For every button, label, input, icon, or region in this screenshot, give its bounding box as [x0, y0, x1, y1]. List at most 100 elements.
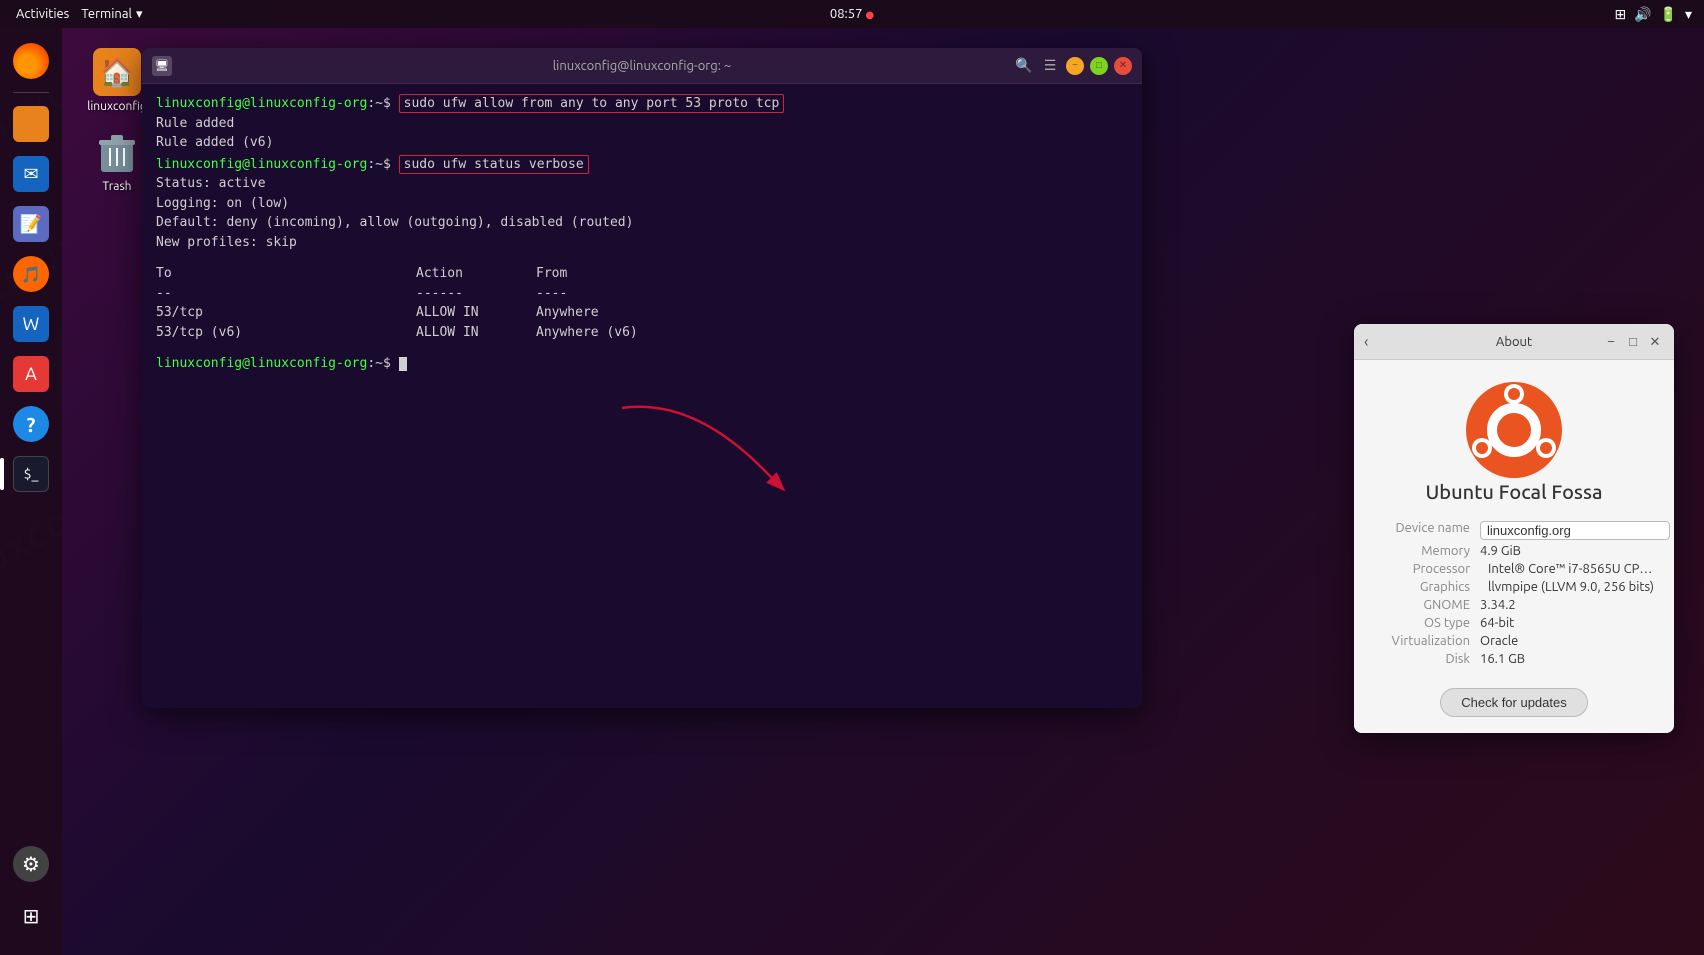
clock-time: 08:57 [830, 7, 863, 21]
about-device-row: Device name [1370, 519, 1658, 542]
about-title: About [1496, 335, 1532, 349]
desktop: 🏠 linuxconfig Trash 🖥 linuxconfig@linuxc… [62, 28, 1704, 955]
about-info-table: Device name Memory 4.9 GiB Processor Int… [1370, 519, 1658, 668]
terminal-table-row-2: 53/tcp (v6) ALLOW IN Anywhere (v6) [156, 323, 1128, 343]
music-icon: 🎵 [13, 256, 49, 292]
terminal-line-prompt-final: linuxconfig@linuxconfig-org:~$ [156, 354, 1128, 374]
sidebar-item-settings[interactable]: ⚙ [8, 841, 54, 887]
software-icon: A [13, 356, 49, 392]
sidebar-item-terminal[interactable]: $_ [8, 451, 54, 497]
about-processor-label: Processor [1370, 562, 1480, 576]
about-virt-label: Virtualization [1370, 634, 1480, 648]
terminal-line-8: New profiles: skip [156, 233, 1128, 253]
sidebar-item-writer[interactable]: W [8, 301, 54, 347]
about-titlebar-right: − □ ✕ [1602, 333, 1664, 351]
about-virt-row: Virtualization Oracle [1370, 632, 1658, 650]
prompt-3: linuxconfig@linuxconfig-org [156, 356, 367, 371]
sidebar-item-email[interactable]: ✉ [8, 151, 54, 197]
about-device-label: Device name [1370, 521, 1480, 540]
sidebar-item-files[interactable] [8, 101, 54, 147]
about-ostype-row: OS type 64-bit [1370, 614, 1658, 632]
terminal-titlebar: 🖥 linuxconfig@linuxconfig-org: ~ 🔍 ☰ − □… [142, 48, 1142, 84]
sidebar-separator-1 [13, 92, 49, 93]
blank-2 [156, 342, 1128, 354]
about-back-button[interactable]: ‹ [1364, 333, 1369, 351]
about-graphics-label: Graphics [1370, 580, 1480, 594]
terminal-titlebar-icon: 🖥 [152, 56, 172, 76]
terminal-title: linuxconfig@linuxconfig-org: ~ [553, 59, 731, 73]
firefox-icon [13, 43, 49, 79]
terminal-menu-arrow: ▾ [136, 7, 143, 22]
about-titlebar: ‹ About − □ ✕ [1354, 324, 1674, 360]
sidebar-item-notes[interactable]: 📝 [8, 201, 54, 247]
about-minimize-button[interactable]: − [1602, 333, 1620, 351]
email-icon: ✉ [13, 156, 49, 192]
sidebar-item-help[interactable]: ? [8, 401, 54, 447]
check-updates-button[interactable]: Check for updates [1440, 688, 1588, 717]
linuxconfig-folder-icon: 🏠 [93, 48, 141, 96]
trash-label: Trash [102, 180, 131, 193]
terminal-line-5: Status: active [156, 174, 1128, 194]
prompt-2: linuxconfig@linuxconfig-org [156, 157, 367, 172]
activities-button[interactable]: Activities [8, 7, 77, 21]
about-memory-row: Memory 4.9 GiB [1370, 542, 1658, 560]
sidebar-item-firefox[interactable] [8, 38, 54, 84]
topbar-right: ⊞ 🔊 🔋 ▾ [1614, 6, 1704, 23]
system-menu-icon[interactable]: ▾ [1685, 6, 1692, 23]
terminal-close-button[interactable]: ✕ [1114, 57, 1132, 75]
terminal-titlebar-controls: 🔍 ☰ − □ ✕ [1014, 56, 1132, 76]
network-icon[interactable]: ⊞ [1614, 6, 1626, 23]
terminal-icon: $_ [13, 456, 49, 492]
about-close-button[interactable]: ✕ [1646, 333, 1664, 351]
terminal-maximize-button[interactable]: □ [1090, 57, 1108, 75]
about-graphics-row: Graphics llvmpipe (LLVM 9.0, 256 bits) [1370, 578, 1658, 596]
about-virt-value: Oracle [1480, 634, 1658, 648]
sidebar-item-grid[interactable]: ⊞ [8, 893, 54, 939]
terminal-content[interactable]: linuxconfig@linuxconfig-org:~$ sudo ufw … [142, 84, 1142, 708]
terminal-line-3: Rule added (v6) [156, 133, 1128, 153]
cursor [399, 357, 407, 371]
linuxconfig-label: linuxconfig [87, 100, 147, 113]
about-maximize-button[interactable]: □ [1624, 333, 1642, 351]
battery-icon[interactable]: 🔋 [1660, 6, 1677, 23]
terminal-minimize-button[interactable]: − [1066, 57, 1084, 75]
about-gnome-value: 3.34.2 [1480, 598, 1658, 612]
about-ostype-label: OS type [1370, 616, 1480, 630]
terminal-line-4: linuxconfig@linuxconfig-org:~$ sudo ufw … [156, 155, 1128, 175]
about-os-name: Ubuntu Focal Fossa [1425, 480, 1602, 503]
terminal-window: 🖥 linuxconfig@linuxconfig-org: ~ 🔍 ☰ − □… [142, 48, 1142, 708]
grid-icon: ⊞ [13, 898, 49, 934]
sound-icon[interactable]: 🔊 [1634, 6, 1651, 23]
about-processor-value: Intel® Core™ i7-8565U CPU @... [1488, 562, 1658, 576]
about-disk-value: 16.1 GB [1480, 652, 1658, 666]
recording-indicator: ● [865, 9, 874, 20]
terminal-titlebar-left: 🖥 [152, 56, 172, 76]
blank-1 [156, 252, 1128, 264]
sidebar-bottom: ⚙ ⊞ [8, 841, 54, 939]
about-disk-label: Disk [1370, 652, 1480, 666]
cmd-2: sudo ufw status verbose [399, 155, 589, 174]
terminal-table-row-1: 53/tcp ALLOW IN Anywhere [156, 303, 1128, 323]
topbar: Activities Terminal ▾ 08:57 ● ⊞ 🔊 🔋 ▾ [0, 0, 1704, 28]
about-gnome-row: GNOME 3.34.2 [1370, 596, 1658, 614]
cmd-1: sudo ufw allow from any to any port 53 p… [399, 94, 785, 113]
about-graphics-value: llvmpipe (LLVM 9.0, 256 bits) [1488, 580, 1658, 594]
writer-icon: W [13, 306, 49, 342]
prompt-1: linuxconfig@linuxconfig-org [156, 96, 367, 111]
terminal-search-button[interactable]: 🔍 [1014, 56, 1034, 76]
about-gnome-label: GNOME [1370, 598, 1480, 612]
terminal-line-6: Logging: on (low) [156, 194, 1128, 214]
terminal-hamburger-button[interactable]: ☰ [1040, 56, 1060, 76]
about-disk-row: Disk 16.1 GB [1370, 650, 1658, 668]
about-device-input[interactable] [1480, 521, 1670, 540]
terminal-line-1: linuxconfig@linuxconfig-org:~$ sudo ufw … [156, 94, 1128, 114]
terminal-menu[interactable]: Terminal ▾ [81, 7, 142, 22]
terminal-line-7: Default: deny (incoming), allow (outgoin… [156, 213, 1128, 233]
help-icon: ? [13, 406, 49, 442]
sidebar-item-music[interactable]: 🎵 [8, 251, 54, 297]
about-ostype-value: 64-bit [1480, 616, 1658, 630]
terminal-menu-label: Terminal [81, 7, 132, 21]
notes-icon: 📝 [13, 206, 49, 242]
sidebar: ✉ 📝 🎵 W A ? $_ ⚙ ⊞ [0, 28, 62, 955]
sidebar-item-software[interactable]: A [8, 351, 54, 397]
